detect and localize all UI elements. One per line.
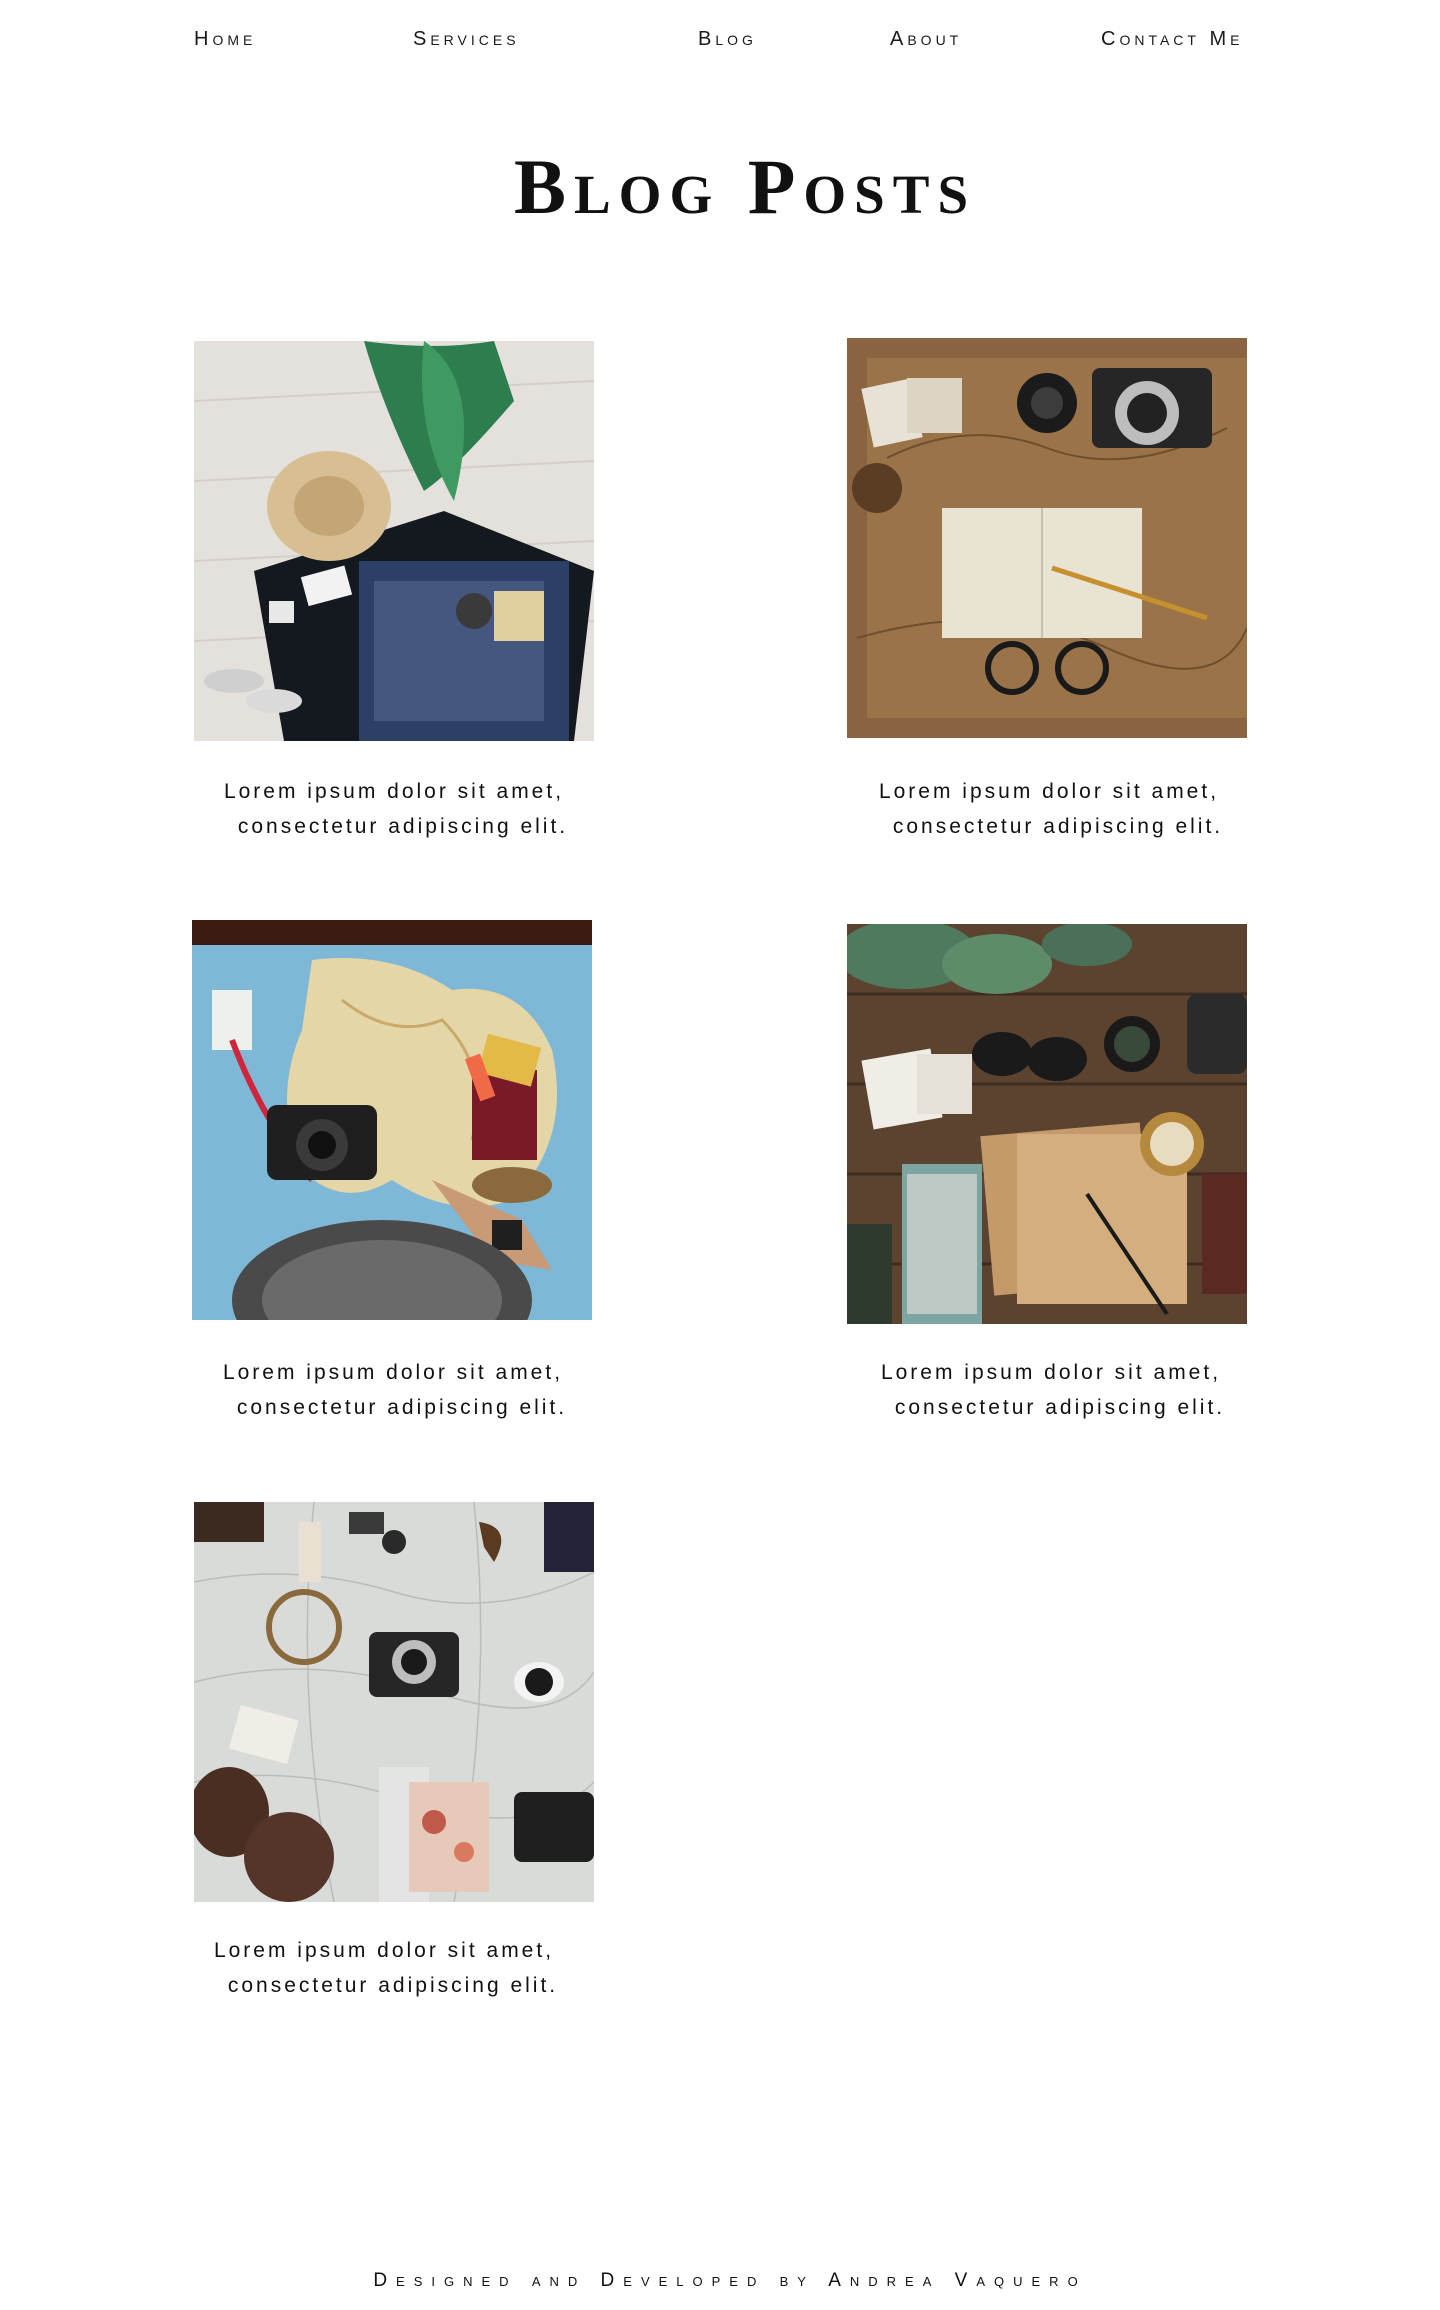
page-title: Blog Posts [513, 143, 977, 230]
footer-credit: Designed and Developed by Andrea Vaquero [373, 2270, 1087, 2291]
nav-about-link[interactable]: About [890, 28, 962, 51]
post-3-image[interactable] [192, 920, 592, 1320]
post-2-caption-line2: consectetur adipiscing elit. [892, 815, 1224, 838]
post-4-image[interactable] [847, 924, 1247, 1324]
post-5-caption: Lorem ipsum dolor sit amet, consectetur … [164, 1933, 604, 2003]
post-5-caption-line2: consectetur adipiscing elit. [227, 1974, 559, 1997]
post-3-caption: Lorem ipsum dolor sit amet, consectetur … [173, 1355, 613, 1425]
nav-contact-link[interactable]: Contact Me [1101, 28, 1244, 51]
post-4-caption-line1: Lorem ipsum dolor sit amet, [880, 1361, 1222, 1384]
post-3-caption-line2: consectetur adipiscing elit. [236, 1396, 568, 1419]
post-2-caption: Lorem ipsum dolor sit amet, consectetur … [829, 774, 1269, 844]
post-5-caption-line1: Lorem ipsum dolor sit amet, [213, 1939, 555, 1962]
post-1-caption-line2: consectetur adipiscing elit. [237, 815, 569, 838]
post-2-image[interactable] [847, 338, 1247, 738]
nav-home-link[interactable]: Home [194, 28, 256, 51]
nav-blog-link[interactable]: Blog [698, 28, 757, 51]
nav-services-link[interactable]: Services [413, 28, 520, 51]
post-5-image[interactable] [194, 1502, 594, 1902]
post-4-caption-line2: consectetur adipiscing elit. [894, 1396, 1226, 1419]
post-1-caption-line1: Lorem ipsum dolor sit amet, [223, 780, 565, 803]
post-1-image[interactable] [194, 341, 594, 741]
post-3-caption-line1: Lorem ipsum dolor sit amet, [222, 1361, 564, 1384]
post-2-caption-line1: Lorem ipsum dolor sit amet, [878, 780, 1220, 803]
post-1-caption: Lorem ipsum dolor sit amet, consectetur … [174, 774, 614, 844]
post-4-caption: Lorem ipsum dolor sit amet, consectetur … [831, 1355, 1271, 1425]
